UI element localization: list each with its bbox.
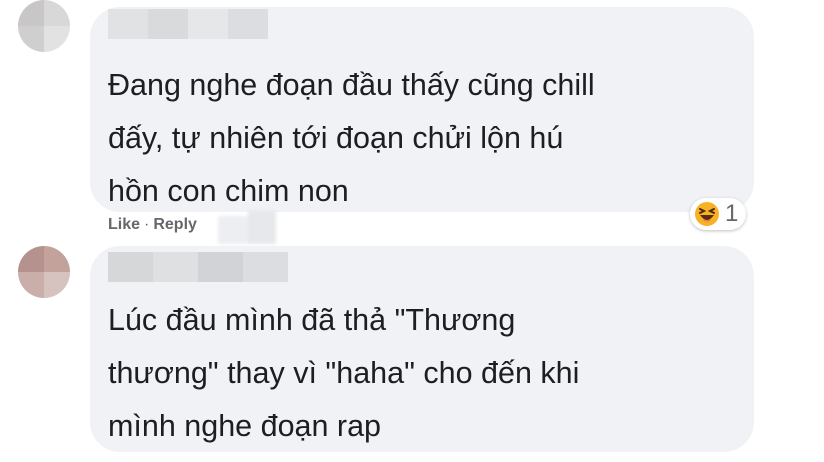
author-name-redacted[interactable]: [108, 252, 288, 282]
avatar[interactable]: [18, 246, 70, 298]
comment-line: hồn con chim non: [108, 174, 349, 208]
reply-link[interactable]: Reply: [153, 216, 197, 233]
haha-emoji-icon: [695, 202, 719, 226]
comment-actions: Like · Reply: [108, 216, 197, 234]
reaction-count: 1: [725, 200, 739, 227]
comment-bubble: Lúc đầu mình đã thả "Thương thương" thay…: [90, 246, 754, 452]
redacted-fragment: [218, 210, 278, 250]
comment-line: thương" thay vì "haha" cho đến khi: [108, 356, 580, 390]
comment-line: Đang nghe đoạn đầu thấy cũng chill: [108, 68, 595, 102]
comment-text: Đang nghe đoạn đầu thấy cũng chill đấy, …: [108, 59, 595, 218]
author-name-redacted[interactable]: [108, 9, 268, 39]
reaction-summary[interactable]: 1: [690, 198, 747, 230]
comment-line: Lúc đầu mình đã thả "Thương: [108, 303, 516, 337]
comment-text: Lúc đầu mình đã thả "Thương thương" thay…: [108, 294, 579, 453]
comment-thread: Đang nghe đoạn đầu thấy cũng chill đấy, …: [0, 0, 824, 462]
separator: ·: [144, 216, 150, 233]
avatar[interactable]: [18, 0, 70, 52]
comment-bubble: Đang nghe đoạn đầu thấy cũng chill đấy, …: [90, 7, 754, 212]
like-link[interactable]: Like: [108, 216, 140, 233]
comment-line: đấy, tự nhiên tới đoạn chửi lộn hú: [108, 121, 564, 155]
comment-line: mình nghe đoạn rap: [108, 409, 382, 443]
